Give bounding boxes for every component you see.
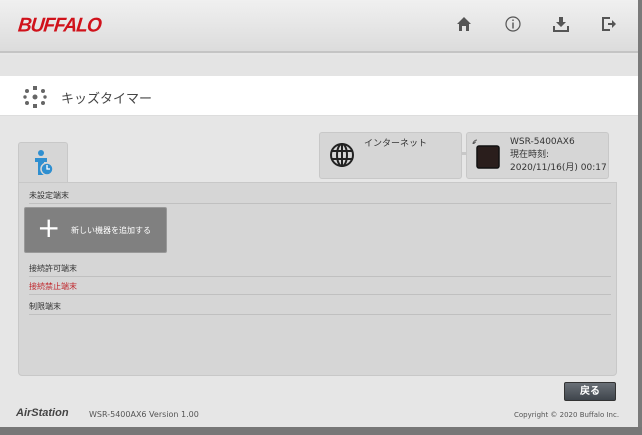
- home-icon[interactable]: [455, 16, 473, 36]
- page-title: キッズタイマー: [61, 92, 153, 107]
- section-unset-devices: 未設定端末: [29, 190, 611, 204]
- time-label: 現在時刻:: [510, 150, 550, 160]
- add-device-label: 新しい機器を追加する: [71, 226, 151, 235]
- child-clock-icon: [35, 150, 54, 176]
- add-device-button[interactable]: + 新しい機器を追加する: [24, 207, 167, 253]
- window-edge: [638, 0, 642, 435]
- plus-icon: +: [37, 211, 61, 244]
- router-status-card[interactable]: WSR-5400AX6 現在時刻: 2020/11/16(月) 00:17: [466, 132, 609, 179]
- section-restricted-devices[interactable]: 制限端末: [29, 301, 611, 315]
- header-bar: BUFFALO: [0, 0, 638, 53]
- section-allowed-devices[interactable]: 接続許可端末: [29, 263, 611, 277]
- section-blocked-devices[interactable]: 接続禁止端末: [29, 281, 611, 295]
- globe-icon: [330, 143, 354, 167]
- logout-icon[interactable]: [600, 16, 618, 36]
- version-text: WSR-5400AX6 Version 1.00: [89, 410, 199, 419]
- copyright-text: Copyright © 2020 Buffalo Inc.: [514, 411, 620, 419]
- airstation-logo: AirStation: [16, 407, 69, 419]
- router-model: WSR-5400AX6: [510, 137, 575, 147]
- time-value: 2020/11/16(月) 00:17: [510, 163, 607, 173]
- kids-timer-icon: [23, 86, 47, 108]
- info-icon[interactable]: [504, 16, 522, 36]
- window-edge-bottom: [0, 427, 642, 435]
- buffalo-logo[interactable]: BUFFALO: [17, 14, 102, 37]
- download-icon[interactable]: [552, 16, 570, 36]
- internet-status-card[interactable]: インターネット: [319, 132, 462, 179]
- router-icon: [472, 139, 500, 169]
- device-panel: 未設定端末 + 新しい機器を追加する 接続許可端末 接続禁止端末 制限端末: [18, 182, 617, 376]
- tab-kids-timer[interactable]: [18, 142, 68, 183]
- header-band: [0, 55, 638, 76]
- back-button[interactable]: 戻る: [564, 382, 616, 401]
- internet-label: インターネット: [364, 139, 428, 149]
